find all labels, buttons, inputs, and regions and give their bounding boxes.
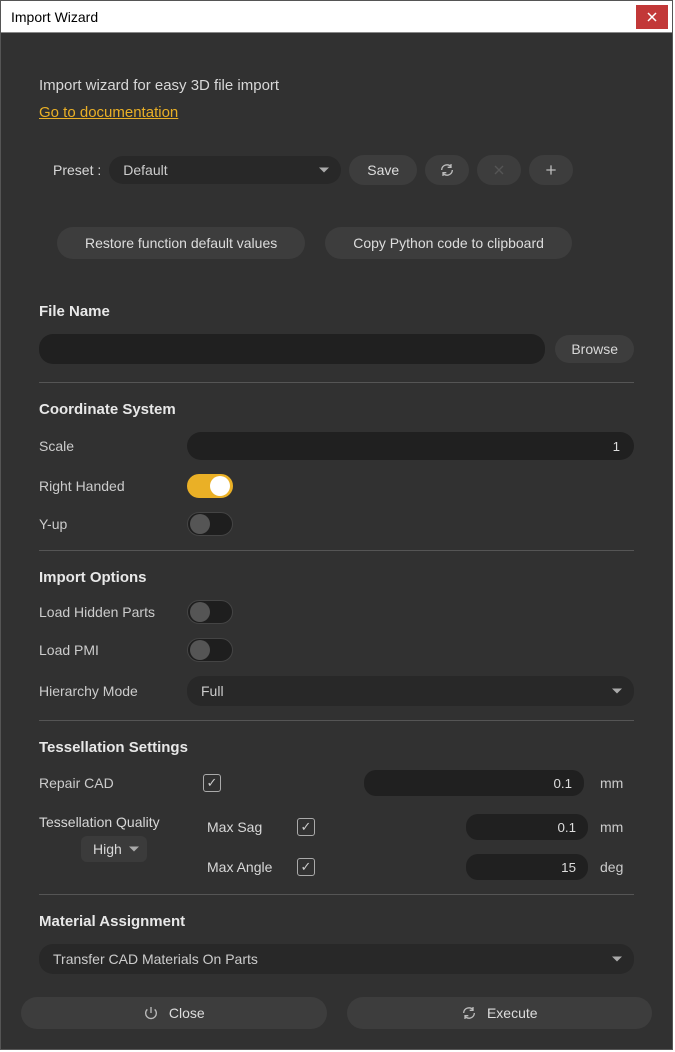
chevron-down-icon [319, 168, 329, 173]
tess-quality-value: High [93, 841, 122, 857]
divider [39, 894, 634, 895]
import-options-section-title: Import Options [39, 569, 634, 586]
material-mode-value: Transfer CAD Materials On Parts [53, 951, 258, 967]
x-icon [491, 162, 507, 178]
chevron-down-icon [129, 847, 139, 852]
coord-section-title: Coordinate System [39, 401, 634, 418]
max-angle-unit: deg [600, 859, 634, 875]
right-handed-toggle[interactable] [187, 474, 233, 498]
filename-row: Browse [39, 334, 634, 364]
max-angle-input[interactable] [466, 854, 588, 880]
delete-preset-button[interactable] [477, 155, 521, 185]
close-button-label: Close [169, 1005, 205, 1021]
hierarchy-value: Full [201, 683, 224, 699]
repair-value-input[interactable] [364, 770, 584, 796]
close-button[interactable]: Close [21, 997, 327, 1029]
copy-python-button[interactable]: Copy Python code to clipboard [325, 227, 572, 259]
tess-quality-row: Tessellation Quality High Max Sag ✓ mm M… [39, 814, 634, 880]
repair-checkbox[interactable]: ✓ [203, 774, 221, 792]
filename-input[interactable] [39, 334, 545, 364]
add-preset-button[interactable] [529, 155, 573, 185]
preset-row: Preset : Default Save [39, 155, 634, 185]
preset-value: Default [123, 162, 167, 178]
refresh-icon [439, 162, 455, 178]
max-sag-checkbox[interactable]: ✓ [297, 818, 315, 836]
max-sag-label: Max Sag [207, 819, 285, 835]
window-title: Import Wizard [11, 9, 98, 25]
footer: Close Execute [1, 983, 672, 1049]
load-pmi-label: Load PMI [39, 642, 187, 658]
power-icon [143, 1005, 159, 1021]
preset-dropdown[interactable]: Default [109, 156, 341, 184]
load-hidden-row: Load Hidden Parts [39, 600, 634, 624]
import-wizard-window: Import Wizard Import wizard for easy 3D … [0, 0, 673, 1050]
chevron-down-icon [612, 689, 622, 694]
divider [39, 382, 634, 383]
max-angle-label: Max Angle [207, 859, 285, 875]
yup-label: Y-up [39, 516, 187, 532]
preset-label: Preset : [53, 162, 101, 178]
tess-quality-label: Tessellation Quality [39, 814, 160, 830]
max-sag-input[interactable] [466, 814, 588, 840]
hierarchy-row: Hierarchy Mode Full [39, 676, 634, 706]
divider [39, 550, 634, 551]
max-angle-row: Max Angle ✓ deg [207, 854, 634, 880]
load-pmi-row: Load PMI [39, 638, 634, 662]
hierarchy-dropdown[interactable]: Full [187, 676, 634, 706]
material-mode-dropdown[interactable]: Transfer CAD Materials On Parts [39, 944, 634, 974]
divider [39, 720, 634, 721]
right-handed-row: Right Handed [39, 474, 634, 498]
save-preset-button[interactable]: Save [349, 155, 417, 185]
scale-input[interactable] [187, 432, 634, 460]
load-hidden-toggle[interactable] [187, 600, 233, 624]
tess-quality-dropdown[interactable]: High [81, 836, 147, 862]
max-sag-row: Max Sag ✓ mm [207, 814, 634, 840]
intro-text: Import wizard for easy 3D file import [39, 77, 634, 94]
chevron-down-icon [612, 957, 622, 962]
filename-section-title: File Name [39, 303, 634, 320]
close-icon[interactable] [636, 5, 668, 29]
documentation-link[interactable]: Go to documentation [39, 104, 178, 121]
max-angle-checkbox[interactable]: ✓ [297, 858, 315, 876]
repair-unit: mm [600, 775, 634, 791]
browse-button[interactable]: Browse [555, 335, 634, 363]
max-sag-unit: mm [600, 819, 634, 835]
content-area: Import wizard for easy 3D file import Go… [1, 33, 672, 983]
material-section-title: Material Assignment [39, 913, 634, 930]
scale-row: Scale [39, 432, 634, 460]
repair-label: Repair CAD [39, 775, 187, 791]
refresh-icon [461, 1005, 477, 1021]
scale-label: Scale [39, 438, 187, 454]
load-pmi-toggle[interactable] [187, 638, 233, 662]
execute-button-label: Execute [487, 1005, 538, 1021]
load-hidden-label: Load Hidden Parts [39, 604, 187, 620]
yup-toggle[interactable] [187, 512, 233, 536]
tess-section-title: Tessellation Settings [39, 739, 634, 756]
plus-icon [543, 162, 559, 178]
top-actions-row: Restore function default values Copy Pyt… [39, 227, 634, 259]
repair-row: Repair CAD ✓ mm [39, 770, 634, 796]
titlebar: Import Wizard [1, 1, 672, 33]
yup-row: Y-up [39, 512, 634, 536]
restore-defaults-button[interactable]: Restore function default values [57, 227, 305, 259]
right-handed-label: Right Handed [39, 478, 187, 494]
execute-button[interactable]: Execute [347, 997, 653, 1029]
hierarchy-label: Hierarchy Mode [39, 683, 173, 699]
refresh-preset-button[interactable] [425, 155, 469, 185]
